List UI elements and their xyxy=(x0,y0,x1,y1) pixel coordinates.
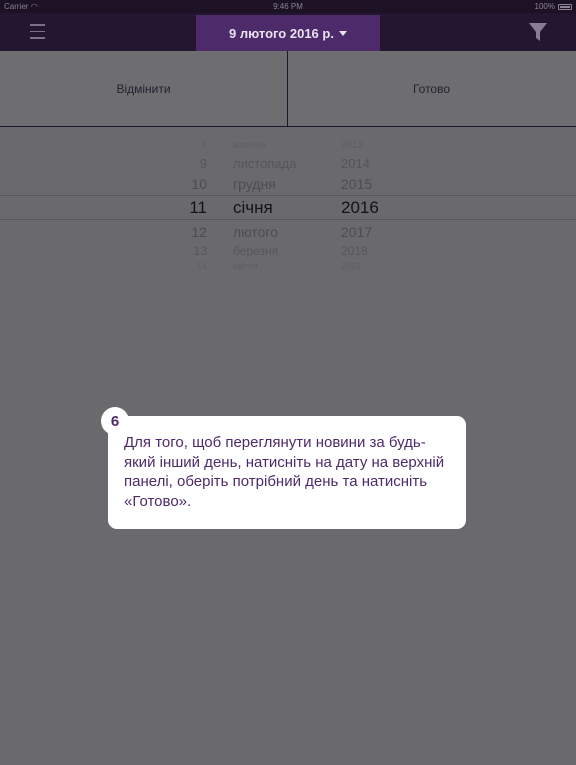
picker-day-option[interactable]: 12 xyxy=(191,224,207,240)
hamburger-menu-icon[interactable] xyxy=(30,24,45,39)
picker-year-option[interactable]: 2018 xyxy=(341,244,368,258)
tutorial-tooltip: Для того, щоб переглянути новини за будь… xyxy=(108,416,466,529)
picker-month-option[interactable]: квітня xyxy=(233,261,258,271)
tooltip-step-badge: 6 xyxy=(101,407,129,435)
top-nav-bar: 9 лютого 2016 р. xyxy=(0,13,576,51)
caret-down-icon xyxy=(338,30,347,36)
picker-month-option[interactable]: листопада xyxy=(233,156,296,171)
cancel-button-label: Відмінити xyxy=(116,81,171,96)
tooltip-step-number: 6 xyxy=(110,412,120,430)
selection-line-bottom xyxy=(0,219,576,220)
picker-day-option[interactable]: 10 xyxy=(191,176,207,192)
picker-action-bar: Відмінити Готово xyxy=(0,51,576,127)
status-time: 9:46 PM xyxy=(273,2,303,11)
picker-year-option[interactable]: 2015 xyxy=(341,176,372,192)
selection-line-top xyxy=(0,195,576,196)
done-button[interactable]: Готово xyxy=(288,51,575,126)
picker-month-option[interactable]: березня xyxy=(233,244,278,258)
status-bar: Carrier ◠ 9:46 PM 100% xyxy=(0,0,576,13)
done-button-label: Готово xyxy=(412,81,451,96)
picker-year-option[interactable]: 2016 xyxy=(341,198,379,218)
picker-year-option[interactable]: 2013 xyxy=(341,140,363,151)
battery-icon xyxy=(558,3,572,10)
picker-day-option[interactable]: 8 xyxy=(201,140,207,151)
cancel-button[interactable]: Відмінити xyxy=(0,51,287,126)
filter-icon[interactable] xyxy=(528,21,548,43)
battery-percent: 100% xyxy=(534,2,555,11)
date-picker-wheel[interactable]: 8 9 10 11 12 13 14 жовтня листопада грудня січня лю… xyxy=(0,127,576,277)
picker-year-option[interactable]: 2019 xyxy=(341,261,361,271)
tooltip-text: Для того, щоб переглянути новини за будь… xyxy=(124,434,445,510)
picker-day-option[interactable]: 11 xyxy=(189,198,207,218)
picker-year-option[interactable]: 2014 xyxy=(341,156,370,171)
picker-month-option[interactable]: грудня xyxy=(233,176,276,192)
picker-day-option[interactable]: 9 xyxy=(200,156,207,171)
date-label: 9 лютого 2016 р. xyxy=(229,25,334,41)
picker-month-option[interactable]: лютого xyxy=(233,224,278,240)
picker-day-option[interactable]: 14 xyxy=(197,261,207,271)
picker-year-option[interactable]: 2017 xyxy=(341,224,372,240)
battery-indicator: 100% xyxy=(535,2,572,11)
picker-month-option[interactable]: жовтня xyxy=(233,140,266,151)
picker-month-option[interactable]: січня xyxy=(233,198,273,218)
date-selector-button[interactable]: 9 лютого 2016 р. xyxy=(196,15,380,51)
picker-day-option[interactable]: 13 xyxy=(194,244,207,258)
